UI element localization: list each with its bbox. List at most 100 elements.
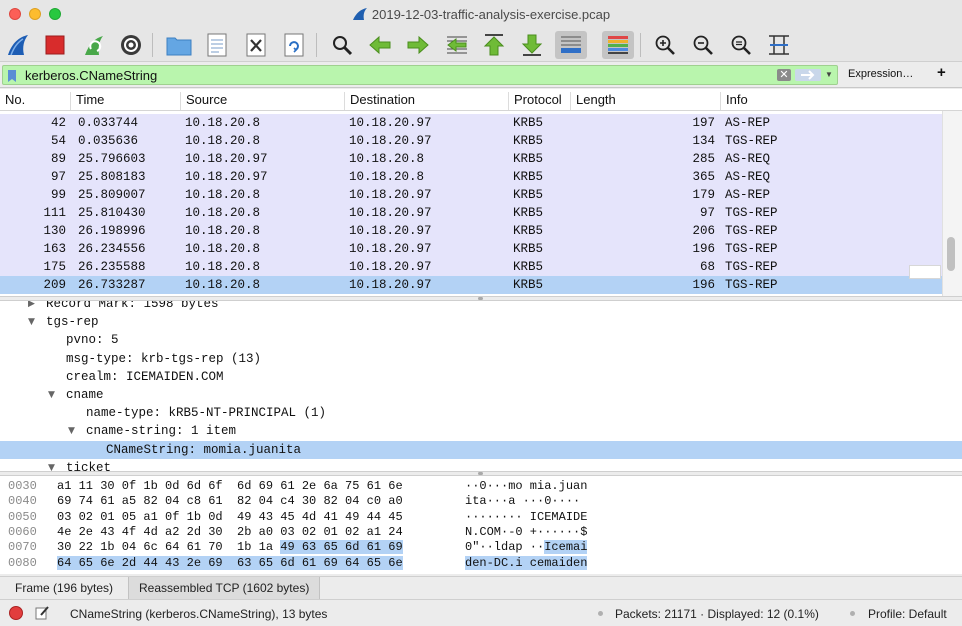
open-file-button[interactable] <box>165 31 193 59</box>
reload-file-button[interactable] <box>280 31 308 59</box>
packet-cell-proto: KRB5 <box>513 224 544 238</box>
packet-cell-len: 196 <box>692 278 715 292</box>
normal-size-button[interactable] <box>727 31 755 59</box>
close-window-button[interactable] <box>9 8 21 20</box>
hex-bytes: 64 65 6e 2d 44 43 2e 69 63 65 6d 61 69 6… <box>57 555 403 571</box>
hex-offset: 0060 <box>8 524 37 539</box>
disclosure-expanded-icon[interactable]: ▼ <box>48 386 55 404</box>
zoom-in-button[interactable] <box>651 31 679 59</box>
start-capture-button[interactable] <box>4 31 32 59</box>
packet-row[interactable]: 99 25.809007 10.18.20.8 10.18.20.97 KRB5 179 A… <box>0 186 942 204</box>
resize-columns-button[interactable] <box>765 31 793 59</box>
column-header-length[interactable]: Length <box>570 92 720 110</box>
add-filter-button[interactable]: + <box>937 64 946 81</box>
apply-filter-button[interactable] <box>795 69 821 81</box>
packet-bytes-view: 0030 a1 11 30 0f 1b 0d 6d 6f 6d 69 61 2e … <box>0 476 962 574</box>
packet-list-scroll-thumb[interactable] <box>947 237 955 271</box>
disclosure-collapsed-icon[interactable]: ▶ <box>28 301 35 313</box>
detail-tree-item[interactable]: pvno: 5 <box>0 331 962 349</box>
file-properties-button[interactable] <box>203 31 231 59</box>
detail-tree-item[interactable]: ▶ Record Mark: 1598 bytes <box>0 301 962 313</box>
detail-tree-item[interactable]: msg-type: krb-tgs-rep (13) <box>0 350 962 368</box>
packet-row[interactable]: 42 0.033744 10.18.20.8 10.18.20.97 KRB5 197 AS… <box>0 114 942 132</box>
hex-row[interactable]: 0060 4e 2e 43 4f 4d a2 2d 30 2b a0 03 02 … <box>0 525 962 540</box>
column-header-info[interactable]: Info <box>720 92 942 110</box>
go-back-button[interactable] <box>366 31 394 59</box>
colorize-button[interactable] <box>602 31 634 59</box>
last-packet-button[interactable] <box>518 31 546 59</box>
display-filter-input[interactable] <box>25 67 765 83</box>
packet-row[interactable]: 111 25.810430 10.18.20.8 10.18.20.97 KRB5 97 T… <box>0 204 942 222</box>
detail-tree-item[interactable]: crealm: ICEMAIDEN.COM <box>0 368 962 386</box>
expression-button[interactable]: Expression… <box>848 68 913 80</box>
packet-cell-time: 0.033744 <box>78 116 139 130</box>
bookmark-icon[interactable] <box>7 69 17 83</box>
go-to-packet-icon <box>447 36 467 54</box>
disclosure-expanded-icon[interactable]: ▼ <box>48 459 55 471</box>
hex-row[interactable]: 0040 69 74 61 a5 82 04 c8 61 82 04 c4 30 … <box>0 494 962 509</box>
hex-offset: 0070 <box>8 540 37 555</box>
capture-options-button[interactable] <box>117 31 145 59</box>
filter-history-dropdown[interactable]: ▼ <box>825 70 833 79</box>
autoscroll-button[interactable] <box>555 31 587 59</box>
close-file-button[interactable] <box>242 31 270 59</box>
detail-tree-item[interactable]: ▼ cname <box>0 386 962 404</box>
first-packet-button[interactable] <box>480 31 508 59</box>
expert-info-error-icon[interactable] <box>9 606 23 620</box>
disclosure-expanded-icon[interactable]: ▼ <box>68 422 75 440</box>
first-packet-icon <box>483 34 505 56</box>
tab-reassembled-tcp[interactable]: Reassembled TCP (1602 bytes) <box>128 577 321 600</box>
detail-tree-item[interactable]: CNameString: momia.juanita <box>0 440 962 459</box>
find-packet-button[interactable] <box>328 31 356 59</box>
stop-square-icon <box>45 35 65 55</box>
zoom-window-button[interactable] <box>49 8 61 20</box>
packet-list-minimap-corner <box>909 265 941 279</box>
status-field-info: CNameString (kerberos.CNameString), 13 b… <box>70 607 328 621</box>
go-forward-button[interactable] <box>404 31 432 59</box>
packet-row[interactable]: 130 26.198996 10.18.20.8 10.18.20.97 KRB5 206… <box>0 222 942 240</box>
hex-row[interactable]: 0070 30 22 1b 04 6c 64 61 70 1b 1a 49 63 … <box>0 540 962 555</box>
detail-tree-item[interactable]: ▼ tgs-rep <box>0 313 962 331</box>
bytes-tab-bar: Frame (196 bytes) Reassembled TCP (1602 … <box>0 576 962 600</box>
packet-cell-src: 10.18.20.8 <box>185 224 261 238</box>
minimize-window-button[interactable] <box>29 8 41 20</box>
edit-comment-icon[interactable] <box>34 605 50 621</box>
packet-row[interactable]: 163 26.234556 10.18.20.8 10.18.20.97 KRB5 196… <box>0 240 942 258</box>
detail-tree-item[interactable]: ▼ cname-string: 1 item <box>0 422 962 440</box>
packet-cell-proto: KRB5 <box>513 188 544 202</box>
packet-row[interactable]: 54 0.035636 10.18.20.8 10.18.20.97 KRB5 134 TG… <box>0 132 942 150</box>
go-to-packet-button[interactable] <box>443 31 471 59</box>
column-header-no[interactable]: No. <box>0 92 70 110</box>
disclosure-expanded-icon[interactable]: ▼ <box>28 313 35 331</box>
resize-columns-icon <box>769 35 789 55</box>
stop-capture-button[interactable] <box>41 31 69 59</box>
hex-offset: 0040 <box>8 494 37 509</box>
detail-tree-item[interactable]: ▼ ticket <box>0 459 962 471</box>
tab-frame-bytes[interactable]: Frame (196 bytes) <box>5 577 123 600</box>
packet-cell-dst: 10.18.20.8 <box>349 170 425 184</box>
wireshark-window: 2019-12-03-traffic-analysis-exercise.pca… <box>0 0 962 626</box>
hex-row[interactable]: 0030 a1 11 30 0f 1b 0d 6d 6f 6d 69 61 2e … <box>0 479 962 494</box>
zoom-out-button[interactable] <box>689 31 717 59</box>
packet-row[interactable]: 209 26.733287 10.18.20.8 10.18.20.97 KRB5 196… <box>0 276 942 294</box>
packet-row[interactable]: 97 25.808183 10.18.20.97 10.18.20.8 KRB5 365 A… <box>0 168 942 186</box>
column-header-time[interactable]: Time <box>70 92 180 110</box>
column-header-source[interactable]: Source <box>180 92 344 110</box>
packet-cell-len: 197 <box>692 116 715 130</box>
hex-row[interactable]: 0050 03 02 01 05 a1 0f 1b 0d 49 43 45 4d … <box>0 510 962 525</box>
find-magnifier-icon <box>333 36 353 56</box>
hex-bytes: 4e 2e 43 4f 4d a2 2d 30 2b a0 03 02 01 0… <box>57 525 403 540</box>
status-profile[interactable]: Profile: Default <box>868 607 947 621</box>
column-header-protocol[interactable]: Protocol <box>508 92 570 110</box>
packet-row[interactable]: 89 25.796603 10.18.20.97 10.18.20.8 KRB5 285 A… <box>0 150 942 168</box>
detail-tree-item[interactable]: name-type: kRB5-NT-PRINCIPAL (1) <box>0 404 962 422</box>
restart-capture-button[interactable] <box>80 31 108 59</box>
hex-row[interactable]: 0080 64 65 6e 2d 44 43 2e 69 63 65 6d 61 … <box>0 555 962 571</box>
packet-cell-len: 68 <box>699 260 715 274</box>
packet-cell-dst: 10.18.20.97 <box>349 242 432 256</box>
packet-row[interactable]: 175 26.235588 10.18.20.8 10.18.20.97 KRB5 68 T… <box>0 258 942 276</box>
column-header-destination[interactable]: Destination <box>344 92 508 110</box>
open-folder-icon <box>166 37 192 56</box>
clear-filter-button[interactable]: ✕ <box>777 69 791 81</box>
packet-cell-dst: 10.18.20.97 <box>349 260 432 274</box>
